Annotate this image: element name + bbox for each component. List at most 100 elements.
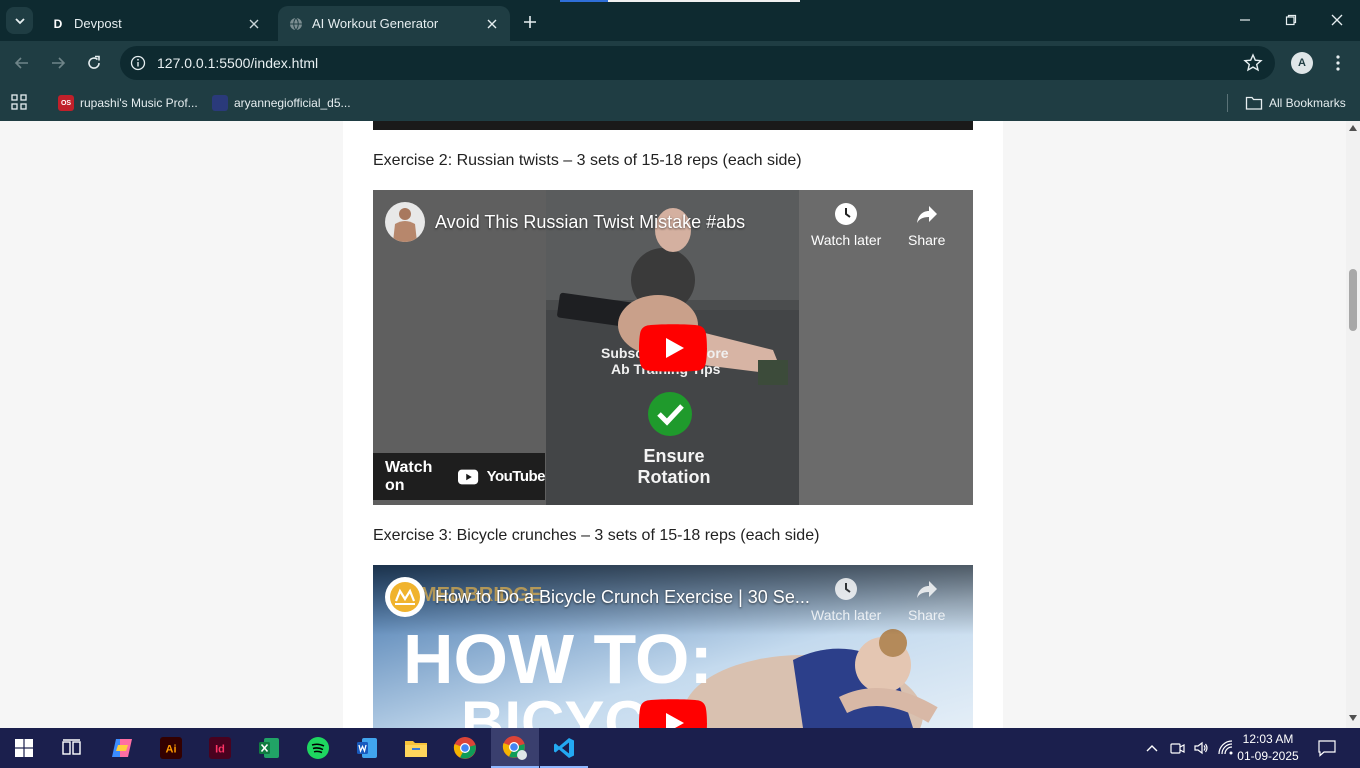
play-icon bbox=[639, 324, 707, 372]
chevron-up-icon bbox=[1146, 745, 1158, 752]
volume-icon[interactable] bbox=[1192, 739, 1210, 757]
notifications-button[interactable] bbox=[1318, 739, 1336, 757]
share-label: Share bbox=[908, 607, 946, 623]
watch-later-button[interactable]: Watch later bbox=[811, 202, 881, 248]
watch-on-label: Watch on bbox=[385, 458, 433, 494]
clock-icon bbox=[835, 203, 858, 225]
network-icon[interactable] bbox=[1217, 739, 1235, 757]
tab-devpost[interactable]: D Devpost bbox=[40, 6, 272, 41]
youtube-wordmark: YouTube bbox=[486, 468, 546, 485]
all-bookmarks-label: All Bookmarks bbox=[1269, 96, 1346, 110]
close-window-button[interactable] bbox=[1325, 8, 1349, 32]
bookmark-label: rupashi's Music Prof... bbox=[80, 96, 198, 110]
previous-video-bottom[interactable] bbox=[373, 121, 973, 130]
tab-title: AI Workout Generator bbox=[312, 16, 439, 31]
share-icon bbox=[916, 581, 937, 598]
lastfm-favicon-icon: OS bbox=[58, 95, 74, 111]
youtube-embed-russian-twists[interactable]: Subscribe for More Ab Training Tips Ensu… bbox=[373, 190, 973, 505]
windows-taskbar: Ai Id 12:03 AM 01-09-2025 bbox=[0, 728, 1360, 768]
profile-avatar[interactable]: A bbox=[1291, 52, 1313, 74]
site-info-icon[interactable] bbox=[128, 53, 148, 73]
share-button[interactable]: Share bbox=[908, 577, 945, 623]
tab-search-button[interactable] bbox=[6, 7, 33, 34]
new-tab-button[interactable] bbox=[518, 10, 542, 34]
minimize-button[interactable] bbox=[1233, 8, 1257, 32]
copilot-button[interactable] bbox=[98, 728, 146, 768]
chrome-profile-button[interactable] bbox=[491, 728, 539, 768]
chrome-button[interactable] bbox=[441, 728, 489, 768]
chrome-icon bbox=[453, 737, 476, 759]
indesign-button[interactable]: Id bbox=[196, 728, 244, 768]
clock-icon bbox=[835, 578, 858, 600]
restore-button[interactable] bbox=[1279, 8, 1303, 32]
checkmark-icon bbox=[648, 392, 692, 436]
system-clock[interactable]: 12:03 AM 01-09-2025 bbox=[1236, 731, 1300, 765]
indesign-icon: Id bbox=[209, 737, 231, 759]
restore-icon bbox=[1285, 14, 1297, 26]
spotify-icon bbox=[307, 737, 329, 759]
excel-icon bbox=[259, 738, 279, 758]
reload-icon bbox=[88, 55, 100, 69]
excel-button[interactable] bbox=[245, 728, 293, 768]
chrome-profile-icon bbox=[502, 736, 527, 760]
play-button[interactable] bbox=[639, 699, 707, 728]
word-icon bbox=[357, 738, 377, 758]
tab-ai-workout-generator[interactable]: AI Workout Generator bbox=[278, 6, 510, 41]
scrollbar-thumb[interactable] bbox=[1349, 269, 1357, 331]
browser-menu-button[interactable] bbox=[1328, 51, 1348, 75]
bookmark-star-icon[interactable] bbox=[1243, 53, 1263, 73]
clock-time: 12:03 AM bbox=[1242, 732, 1294, 746]
watch-on-youtube-button[interactable]: Watch on YouTube bbox=[373, 453, 546, 500]
youtube-logo-icon bbox=[458, 469, 479, 484]
play-button[interactable] bbox=[639, 324, 707, 372]
task-view-button[interactable] bbox=[48, 728, 96, 768]
task-view-icon bbox=[62, 739, 81, 755]
url-input[interactable] bbox=[157, 55, 1157, 71]
video-title[interactable]: How to Do a Bicycle Crunch Exercise | 30… bbox=[435, 587, 810, 608]
bookmark-item[interactable]: aryannegiofficial_d5... bbox=[212, 93, 351, 113]
reload-button[interactable] bbox=[82, 51, 106, 75]
meet-now-icon[interactable] bbox=[1168, 739, 1186, 757]
bookmarks-divider bbox=[1227, 94, 1228, 112]
share-button[interactable]: Share bbox=[908, 202, 945, 248]
forward-button[interactable] bbox=[46, 51, 70, 75]
caption-rotation: Rotation bbox=[638, 467, 711, 487]
minimize-icon bbox=[1240, 19, 1250, 21]
vscode-button[interactable] bbox=[540, 728, 588, 768]
apps-grid-icon[interactable] bbox=[10, 93, 30, 113]
watch-later-label: Watch later bbox=[811, 232, 882, 248]
copilot-icon bbox=[112, 739, 132, 757]
play-icon bbox=[639, 699, 707, 728]
all-bookmarks-button[interactable]: All Bookmarks bbox=[1245, 93, 1346, 113]
chevron-down-icon bbox=[14, 17, 25, 24]
address-bar[interactable] bbox=[120, 46, 1275, 80]
bookmark-item[interactable]: OS rupashi's Music Prof... bbox=[58, 93, 198, 113]
file-explorer-button[interactable] bbox=[392, 728, 440, 768]
vscode-icon bbox=[554, 738, 574, 758]
start-button[interactable] bbox=[0, 728, 48, 768]
exercise-2-text: Exercise 2: Russian twists – 3 sets of 1… bbox=[373, 152, 802, 169]
back-button[interactable] bbox=[10, 51, 34, 75]
arrow-left-icon bbox=[14, 57, 28, 69]
tab-strip: D Devpost AI Workout Generator bbox=[0, 0, 1360, 41]
notification-icon bbox=[1318, 740, 1336, 757]
youtube-embed-bicycle-crunches[interactable]: MEDBRIDGE HOW TO: BICYCL How to Do a Bic… bbox=[373, 565, 973, 728]
illustrator-button[interactable]: Ai bbox=[147, 728, 195, 768]
scroll-up-icon[interactable] bbox=[1349, 125, 1357, 131]
channel-avatar[interactable] bbox=[385, 577, 425, 617]
more-vertical-icon bbox=[1336, 55, 1340, 71]
bookmarks-bar: OS rupashi's Music Prof... aryannegioffi… bbox=[0, 85, 1360, 121]
watch-later-button[interactable]: Watch later bbox=[811, 577, 881, 623]
page-scrollbar[interactable] bbox=[1346, 121, 1360, 728]
arrow-right-icon bbox=[52, 57, 66, 69]
close-icon bbox=[1331, 14, 1343, 26]
spotify-button[interactable] bbox=[294, 728, 342, 768]
scroll-down-icon[interactable] bbox=[1349, 715, 1357, 721]
word-button[interactable] bbox=[343, 728, 391, 768]
channel-avatar[interactable] bbox=[385, 202, 425, 242]
caption-ensure: Ensure bbox=[643, 446, 704, 466]
show-hidden-icons-button[interactable] bbox=[1143, 739, 1161, 757]
close-icon[interactable] bbox=[244, 14, 264, 34]
video-title[interactable]: Avoid This Russian Twist Mistake #abs bbox=[435, 212, 745, 233]
close-icon[interactable] bbox=[482, 14, 502, 34]
